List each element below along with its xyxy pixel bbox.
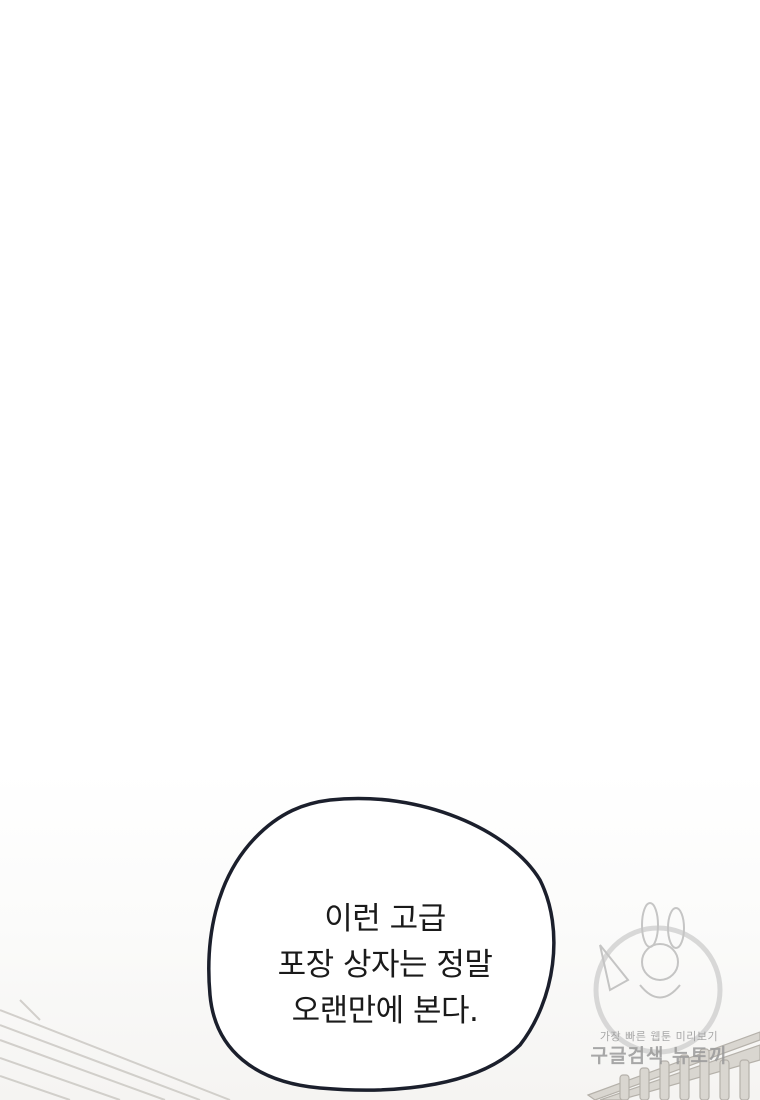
watermark: 가장 빠른 웹툰 미리보기 구글검색 뉴토끼 — [574, 1030, 744, 1068]
stair-railing-left — [0, 999, 231, 1100]
watermark-tagline: 가장 빠른 웹툰 미리보기 — [599, 1030, 719, 1043]
watermark-site: 구글검색 뉴토끼 — [590, 1045, 728, 1067]
speech-line-1: 이런 고급 — [324, 901, 446, 937]
speech-line-2: 포장 상자는 정말 — [277, 947, 493, 983]
speech-line-3: 오랜만에 본다. — [291, 993, 479, 1029]
comic-panel: 이런 고급 포장 상자는 정말 오랜만에 본다. 가장 빠른 웹툰 미리보기 구… — [0, 0, 760, 1100]
speech-bubble-text: 이런 고급 포장 상자는 정말 오랜만에 본다. — [225, 896, 545, 1034]
